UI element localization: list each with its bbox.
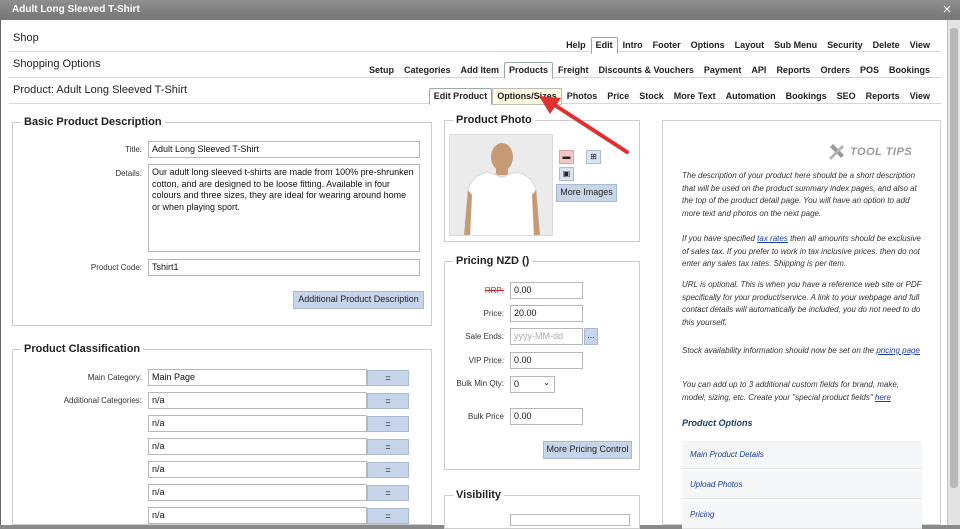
close-icon[interactable]: × xyxy=(940,0,954,20)
details-label: Details: xyxy=(115,169,142,178)
tax-rates-link[interactable]: tax rates xyxy=(757,234,788,243)
chevron-down-icon: ⌄ xyxy=(543,378,550,387)
price-label: Price: xyxy=(483,309,504,318)
product-code-input[interactable]: Tshirt1 xyxy=(148,259,420,276)
tool-tips-panel: TOOL TIPS The description of your produc… xyxy=(662,120,941,529)
tab-automation[interactable]: Automation xyxy=(721,88,781,105)
menu-orders[interactable]: Orders xyxy=(815,62,855,79)
menu-setup[interactable]: Setup xyxy=(364,62,399,79)
option-main-product-details[interactable]: Main Product Details xyxy=(682,441,922,469)
additional-category-input-1[interactable]: n/a xyxy=(148,392,367,409)
more-pricing-control-button[interactable]: More Pricing Control xyxy=(543,441,632,459)
bulk-min-qty-label: Bulk Min Qty: xyxy=(456,379,504,388)
main-category-input[interactable]: Main Page xyxy=(148,369,367,386)
additional-category-input-5[interactable]: n/a xyxy=(148,484,367,501)
tip-custom-fields: You can add up to 3 additional custom fi… xyxy=(682,379,922,404)
more-images-button[interactable]: More Images xyxy=(556,184,617,202)
tool-tips-title: TOOL TIPS xyxy=(850,146,913,158)
product-code-label: Product Code: xyxy=(90,263,142,272)
tip-url: URL is optional. This is when you have a… xyxy=(682,280,922,327)
price-input[interactable]: 20.00 xyxy=(510,305,583,322)
window-titlebar: Adult Long Sleeved T-Shirt × xyxy=(0,0,960,20)
tip-stock-text: Stock availability information should no… xyxy=(682,346,877,355)
additional-category-input-3[interactable]: n/a xyxy=(148,438,367,455)
product-menu: Edit Product Options/Sizes Photos Price … xyxy=(428,88,935,105)
bulk-min-qty-value: 0 xyxy=(514,379,520,389)
option-upload-photos[interactable]: Upload Photos xyxy=(682,471,922,499)
rrp-input[interactable]: 0.00 xyxy=(510,282,583,299)
tab-reports[interactable]: Reports xyxy=(861,88,905,105)
additional-category-input-4[interactable]: n/a xyxy=(148,461,367,478)
sale-ends-input[interactable]: yyyy-MM-dd xyxy=(510,328,583,345)
menu-add-item[interactable]: Add Item xyxy=(456,62,505,79)
tab-seo[interactable]: SEO xyxy=(832,88,861,105)
sale-ends-label: Sale Ends: xyxy=(465,332,504,341)
tab-bookings[interactable]: Bookings xyxy=(781,88,832,105)
image-icon[interactable]: ▣ xyxy=(559,167,574,181)
menu-products[interactable]: Products xyxy=(504,62,554,79)
main-category-label: Main Category: xyxy=(87,373,142,382)
tab-edit-product[interactable]: Edit Product xyxy=(428,88,493,105)
shopping-menu: Setup Categories Add Item Products Freig… xyxy=(364,62,935,79)
menu-freight[interactable]: Freight xyxy=(553,62,594,79)
additional-category-button-6[interactable]: = xyxy=(367,508,409,524)
additional-category-input-2[interactable]: n/a xyxy=(148,415,367,432)
classification-legend: Product Classification xyxy=(24,343,141,355)
menu-payment[interactable]: Payment xyxy=(699,62,747,79)
menu-api[interactable]: API xyxy=(746,62,771,79)
additional-category-input-6[interactable]: n/a xyxy=(148,507,367,524)
tip-description: The description of your product here sho… xyxy=(682,171,917,218)
product-bar: Product: Adult Long Sleeved T-Shirt Edit… xyxy=(9,78,941,105)
visibility-input[interactable] xyxy=(510,514,630,526)
shop-bar: Shop Help Edit Intro Footer Options Layo… xyxy=(9,24,941,54)
bulk-price-label: Bulk Price xyxy=(467,412,504,421)
vip-price-input[interactable]: 0.00 xyxy=(510,352,583,369)
tools-icon xyxy=(829,144,844,160)
bulk-price-input[interactable]: 0.00 xyxy=(510,408,583,425)
bulk-min-qty-select[interactable]: 0 ⌄ xyxy=(510,376,555,393)
visibility-legend: Visibility xyxy=(456,489,502,501)
menu-pos[interactable]: POS xyxy=(855,62,884,79)
main-category-picker-button[interactable]: = xyxy=(367,370,409,386)
menu-discounts[interactable]: Discounts & Vouchers xyxy=(594,62,699,79)
menu-reports[interactable]: Reports xyxy=(771,62,815,79)
menu-bookings[interactable]: Bookings xyxy=(884,62,935,79)
menu-categories[interactable]: Categories xyxy=(399,62,456,79)
additional-category-button-3[interactable]: = xyxy=(367,439,409,455)
additional-description-button[interactable]: Additional Product Description xyxy=(293,291,424,309)
rrp-label: RRP: xyxy=(484,286,504,295)
tab-view[interactable]: View xyxy=(905,88,935,105)
additional-category-button-1[interactable]: = xyxy=(367,393,409,409)
tip-tax: If you have specified tax rates then all… xyxy=(682,233,922,271)
basic-description-legend: Basic Product Description xyxy=(24,116,162,128)
tip-stock: Stock availability information should no… xyxy=(682,345,922,358)
tab-stock[interactable]: Stock xyxy=(634,88,669,105)
product-options-heading: Product Options xyxy=(682,418,753,428)
tip-tax-text-a: If you have specified xyxy=(682,234,758,243)
title-label: Title: xyxy=(124,145,142,154)
additional-category-button-4[interactable]: = xyxy=(367,462,409,478)
shop-label: Shop xyxy=(13,32,39,44)
pricing-legend: Pricing NZD () xyxy=(456,255,530,267)
shopping-label: Shopping Options xyxy=(13,58,101,70)
shopping-bar: Shopping Options Setup Categories Add It… xyxy=(9,52,941,79)
vertical-scrollbar[interactable] xyxy=(947,20,960,525)
details-textarea[interactable]: Our adult long sleeved t-shirts are made… xyxy=(148,164,420,252)
pricing-page-link[interactable]: pricing page xyxy=(876,346,920,355)
scrollbar-thumb[interactable] xyxy=(950,28,958,488)
additional-category-button-5[interactable]: = xyxy=(367,485,409,501)
window-title: Adult Long Sleeved T-Shirt xyxy=(12,4,140,15)
annotation-arrow xyxy=(539,96,629,154)
tab-more-text[interactable]: More Text xyxy=(669,88,721,105)
additional-categories-label: Additional Categories: xyxy=(63,396,142,405)
tip-custom-text: You can add up to 3 additional custom fi… xyxy=(682,380,900,402)
vip-price-label: VIP Price: xyxy=(468,356,504,365)
product-label: Product: Adult Long Sleeved T-Shirt xyxy=(13,84,188,96)
date-picker-button[interactable]: ... xyxy=(584,328,598,345)
title-input[interactable]: Adult Long Sleeved T-Shirt xyxy=(148,141,420,158)
product-photo-legend: Product Photo xyxy=(456,114,532,126)
additional-category-button-2[interactable]: = xyxy=(367,416,409,432)
custom-fields-here-link[interactable]: here xyxy=(875,393,891,402)
